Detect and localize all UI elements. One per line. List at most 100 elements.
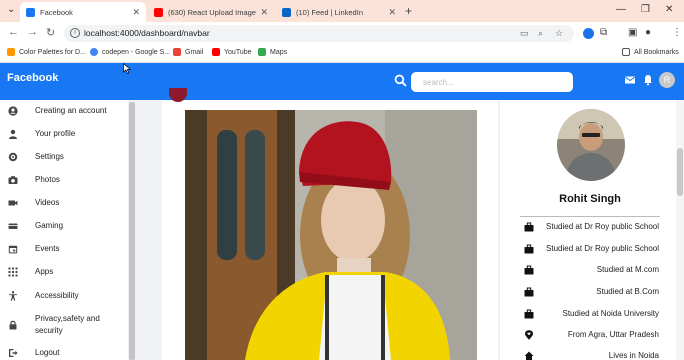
- forward-arrow-icon[interactable]: →: [27, 26, 38, 38]
- close-icon[interactable]: ✕: [132, 7, 140, 18]
- new-tab-button[interactable]: +: [405, 4, 412, 18]
- profile-avatar-icon[interactable]: ●: [645, 27, 651, 38]
- bookmark-color-palettes[interactable]: Color Palettes for D...: [7, 48, 86, 56]
- post-image[interactable]: [185, 110, 477, 360]
- back-arrow-icon[interactable]: ←: [8, 26, 19, 38]
- video-icon: [8, 200, 18, 206]
- apps-grid-icon: [8, 267, 18, 277]
- zoom-icon[interactable]: ⌕: [538, 28, 543, 39]
- mail-icon[interactable]: [624, 74, 636, 86]
- bell-icon[interactable]: [642, 74, 654, 86]
- page-scrollbar-thumb[interactable]: [677, 148, 683, 196]
- gmail-icon: [173, 48, 181, 56]
- gamepad-icon: [8, 223, 18, 229]
- calendar-icon: [8, 245, 18, 254]
- profile-divider: [520, 216, 660, 217]
- profile-info-text: Lives in Noida: [608, 351, 659, 360]
- linkedin-icon: [282, 7, 291, 17]
- bookmark-label: Gmail: [185, 48, 204, 56]
- page-scrollbar[interactable]: [676, 100, 684, 360]
- bookmark-youtube[interactable]: YouTube: [212, 48, 252, 56]
- sidebar-item-logout[interactable]: Logout: [0, 346, 128, 360]
- sidebar-item-label: Settings: [35, 152, 64, 161]
- home-icon: [524, 351, 534, 360]
- bookmark-gmail[interactable]: Gmail: [173, 48, 203, 56]
- briefcase-icon: [524, 265, 534, 275]
- extensions-puzzle-icon[interactable]: ⧉: [600, 27, 607, 38]
- mouse-cursor-icon: [123, 63, 131, 74]
- sidebar-scrollbar-thumb[interactable]: [129, 102, 135, 360]
- maximize-icon[interactable]: ❐: [641, 4, 650, 15]
- facebook-icon: [26, 7, 35, 17]
- close-icon[interactable]: ✕: [260, 7, 268, 18]
- all-bookmarks-button[interactable]: All Bookmarks: [622, 48, 679, 56]
- youtube-icon: [154, 7, 163, 17]
- sidebar-item-creating-account[interactable]: Creating an account: [0, 104, 128, 118]
- profile-info-text: Studied at Dr Roy public School: [546, 222, 659, 231]
- youtube-icon: [212, 48, 220, 56]
- gear-icon: [8, 152, 18, 162]
- sidebar-item-label: Logout: [35, 348, 60, 357]
- lock-icon: [9, 320, 17, 330]
- minimize-icon[interactable]: —: [616, 4, 626, 15]
- sidebar-item-photos[interactable]: Photos: [0, 173, 128, 187]
- browser-tab-linkedin[interactable]: (10) Feed | LinkedIn ✕: [276, 2, 402, 22]
- sidebar-item-gaming[interactable]: Gaming: [0, 219, 128, 233]
- bookmark-codepen-google[interactable]: codepen - Google S...: [90, 48, 170, 56]
- brand-logo[interactable]: Facebook: [7, 72, 58, 84]
- sidebar-item-your-profile[interactable]: Your profile: [0, 127, 128, 141]
- folder-icon: [622, 48, 630, 56]
- browser-tab-facebook[interactable]: Facebook ✕: [20, 2, 146, 22]
- sidebar-item-label: Events: [35, 244, 60, 253]
- bookmark-maps[interactable]: Maps: [258, 48, 287, 56]
- profile-info-row: Studied at Dr Roy public School: [520, 220, 660, 234]
- sidebar-item-privacy[interactable]: Privacy,safety and security: [0, 312, 128, 338]
- profile-info-row: Lives in Noida: [520, 349, 660, 360]
- close-icon[interactable]: ✕: [388, 7, 396, 18]
- profile-name: Rohit Singh: [559, 193, 621, 205]
- user-avatar[interactable]: R: [659, 72, 675, 88]
- search-input[interactable]: [411, 72, 573, 92]
- briefcase-icon: [524, 309, 534, 319]
- profile-info-row: Studied at M.com: [520, 263, 660, 277]
- site-info-icon[interactable]: i: [70, 28, 80, 38]
- search-icon[interactable]: [394, 74, 407, 87]
- reload-icon[interactable]: ↻: [46, 26, 55, 39]
- cast-icon[interactable]: ▭: [520, 28, 529, 39]
- extension-icon[interactable]: [583, 28, 594, 39]
- profile-info-text: From Agra, Uttar Pradesh: [567, 330, 659, 339]
- camera-icon: [8, 176, 18, 184]
- briefcase-icon: [524, 287, 534, 297]
- url-text[interactable]: localhost:4000/dashboard/navbar: [84, 28, 210, 38]
- sidebar-item-label: Privacy,safety and security: [35, 314, 100, 335]
- profile-info-row: Studied at B.Com: [520, 285, 660, 299]
- profile-info-row: Studied at Noida University: [520, 307, 660, 321]
- profile-avatar[interactable]: [557, 109, 625, 181]
- browser-tab-youtube[interactable]: (630) React Upload Image and ✕: [148, 2, 274, 22]
- bookmark-label: YouTube: [224, 48, 252, 56]
- browser-tab-strip: Facebook ✕ (630) React Upload Image and …: [0, 0, 684, 22]
- sidebar-item-accessibility[interactable]: Accessibility: [0, 289, 128, 303]
- sidebar-item-settings[interactable]: Settings: [0, 150, 128, 164]
- briefcase-icon: [524, 222, 534, 232]
- sidebar-item-label: Your profile: [35, 129, 76, 138]
- bookmark-label: Maps: [270, 48, 288, 56]
- sidebar-item-events[interactable]: Events: [0, 242, 128, 256]
- profile-photo: [557, 109, 625, 181]
- bookmark-star-icon[interactable]: ☆: [555, 28, 563, 39]
- profile-info-text: Studied at B.Com: [596, 287, 659, 296]
- palette-icon: [7, 48, 15, 56]
- tab-title: Facebook: [40, 7, 73, 17]
- sidebar-item-apps[interactable]: Apps: [0, 265, 128, 279]
- sidebar-item-videos[interactable]: Videos: [0, 196, 128, 210]
- window-close-icon[interactable]: ✕: [665, 4, 673, 15]
- sidebar-item-label: Gaming: [35, 221, 64, 230]
- accessibility-icon: [9, 291, 17, 301]
- address-bar[interactable]: i localhost:4000/dashboard/navbar ▭ ⌕ ☆: [64, 25, 574, 42]
- menu-kebab-icon[interactable]: ⋮: [672, 27, 682, 38]
- side-panel-icon[interactable]: ▣: [628, 27, 637, 38]
- maps-icon: [258, 48, 266, 56]
- tab-search-chevron-icon[interactable]: ⌄: [7, 4, 15, 15]
- google-icon: [90, 48, 98, 56]
- profile-info-row: Studied at Dr Roy public School: [520, 242, 660, 256]
